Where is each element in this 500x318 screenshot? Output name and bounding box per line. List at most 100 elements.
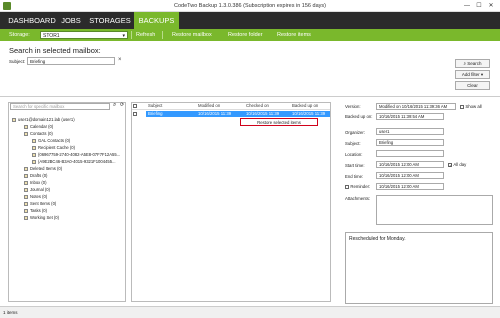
column-checked[interactable]: Checked on [246, 103, 269, 108]
mailbox-icon [12, 117, 16, 122]
search-panel: Search in selected mailbox: Subject: Bri… [0, 41, 500, 95]
tree-item-guid-2[interactable]: {A9E2BC46-B3A0-4015-9321F1004455... [32, 159, 116, 164]
tree-item-label: Recipient Cache (0) [38, 145, 76, 150]
add-filter-button[interactable]: Add filter ▾ [455, 70, 490, 79]
tab-storages[interactable]: STORAGES [88, 12, 132, 29]
tree-item-label: {A9E2BC46-B3A0-4015-9321F1004455... [38, 159, 116, 164]
organizer-field: user1 [376, 128, 444, 135]
tree-item-label: Tasks (0) [30, 208, 47, 213]
divider [132, 109, 330, 110]
clear-button[interactable]: Clear [455, 81, 490, 90]
location-field [376, 150, 444, 157]
subject-detail-field: Briefing [376, 139, 444, 146]
minimize-button[interactable]: — [462, 2, 472, 10]
backed-up-field: 10/16/2015 11:39:54 AM [376, 113, 444, 120]
sub-toolbar: Storage: STOR1 ▾ Refresh Restore mailbox… [0, 29, 500, 41]
close-button[interactable]: ✕ [486, 2, 496, 10]
start-time-label: Start time: [345, 163, 365, 168]
search-button-label: Search [467, 61, 482, 66]
folder-icon [24, 173, 28, 178]
window-title: CodeTwo Backup 1.3.0.386 (Subscription e… [174, 3, 326, 9]
row-checkbox[interactable] [133, 111, 137, 117]
column-backed-up[interactable]: Backed up on [292, 103, 318, 108]
tree-item-sent[interactable]: Sent Items (0) [24, 201, 56, 206]
tree-item-label: Inbox (0) [30, 180, 47, 185]
status-bar: 1 items [0, 306, 500, 318]
chevron-down-icon: ▾ [480, 72, 484, 77]
tree-item-label: Calendar (0) [30, 124, 54, 129]
show-all-checkbox[interactable]: Show all [460, 104, 482, 110]
row-subject: Briefing [148, 111, 163, 116]
column-subject[interactable]: Subject [148, 103, 162, 108]
refresh-button[interactable]: Refresh [136, 29, 155, 41]
notes-body: Rescheduled for Monday. [345, 232, 493, 304]
search-button[interactable]: ⌕ Search [455, 59, 490, 68]
chevron-down-icon: ▾ [122, 33, 125, 39]
start-time-field: 10/16/2015 12:00 AM [376, 161, 444, 168]
column-modified[interactable]: Modified on [198, 103, 220, 108]
tree-item-gal-contacts[interactable]: GAL Contacts (0) [32, 138, 70, 143]
tasks-icon [24, 208, 28, 213]
mailbox-search-input[interactable]: Search for specific mailbox [10, 103, 110, 110]
contacts-icon [32, 152, 36, 157]
tree-item-label: Notes (0) [30, 194, 48, 199]
all-day-checkbox[interactable]: All day [448, 162, 466, 168]
search-icon[interactable]: ⌕ [113, 102, 116, 109]
subject-search-input[interactable]: Briefing [27, 57, 115, 65]
tab-dashboard[interactable]: DASHBOARD [8, 12, 56, 29]
reminder-field: 10/16/2015 12:00 AM [376, 183, 444, 190]
journal-icon [24, 187, 28, 192]
tree-item-journal[interactable]: Journal (0) [24, 187, 50, 192]
tree-item-label: Deleted Items (0) [30, 166, 63, 171]
tree-item-contacts[interactable]: Contacts (0) [24, 131, 53, 136]
tab-jobs[interactable]: JOBS [58, 12, 84, 29]
attachments-list[interactable] [376, 195, 493, 225]
tree-item-label: Journal (0) [30, 187, 51, 192]
organizer-label: Organizer: [345, 130, 366, 135]
tree-item-label: GAL Contacts (0) [38, 138, 71, 143]
maximize-button[interactable]: ☐ [474, 2, 484, 10]
tree-item-label: user1@domain121.lab (user1) [18, 117, 75, 122]
reminder-label: Reminder: [350, 184, 371, 189]
subject-label: Subject: [9, 59, 26, 64]
clear-subject-icon[interactable]: × [118, 57, 122, 63]
tree-item-calendar[interactable]: Calendar (0) [24, 124, 53, 129]
restore-items-button[interactable]: Restore items [277, 29, 311, 41]
tree-item-guid-1[interactable]: {06967759-2740-4082-A5E8-07F7F12A55... [32, 152, 120, 157]
row-checked: 10/16/2015 11:39 [246, 111, 280, 116]
tree-item-label: {06967759-2740-4082-A5E8-07F7F12A55... [38, 152, 121, 157]
row-backed-up: 10/16/2015 11:39 [292, 111, 326, 116]
tree-item-deleted[interactable]: Deleted Items (0) [24, 166, 62, 171]
restore-selected-items-menu-item[interactable]: Restore selected items [240, 118, 318, 126]
end-time-label: End time: [345, 174, 364, 179]
add-filter-label: Add filter [461, 72, 480, 77]
restore-mailbox-button[interactable]: Restore mailbox [172, 29, 212, 41]
version-value: Modified on 10/16/2015 11:39:36 AM [379, 104, 448, 109]
tree-item-mailbox[interactable]: user1@domain121.lab (user1) [12, 117, 75, 122]
version-select[interactable]: Modified on 10/16/2015 11:39:36 AM [376, 103, 456, 110]
folder-icon [24, 215, 28, 220]
refresh-icon[interactable]: ⟳ [120, 102, 124, 108]
folder-icon [24, 201, 28, 206]
subject-detail-label: Subject: [345, 141, 361, 146]
tree-item-working-set[interactable]: Working Set (0) [24, 215, 59, 220]
contacts-icon [32, 145, 36, 150]
contacts-icon [32, 159, 36, 164]
storage-select[interactable]: STOR1 ▾ [40, 31, 128, 39]
location-label: Location: [345, 152, 363, 157]
tree-item-inbox[interactable]: Inbox (0) [24, 180, 47, 185]
backed-up-label: Backed up on: [345, 114, 373, 119]
tree-item-label: Contacts (0) [30, 131, 53, 136]
notes-icon [24, 194, 28, 199]
tree-item-drafts[interactable]: Drafts (0) [24, 173, 47, 178]
tree-item-recipient-cache[interactable]: Recipient Cache (0) [32, 145, 75, 150]
tab-backups[interactable]: BACKUPS [134, 12, 179, 29]
tree-item-tasks[interactable]: Tasks (0) [24, 208, 47, 213]
reminder-checkbox[interactable]: Reminder: [345, 184, 370, 190]
contacts-icon [24, 131, 28, 136]
search-icon: ⌕ [463, 61, 466, 66]
tree-item-notes[interactable]: Notes (0) [24, 194, 47, 199]
main-nav: DASHBOARD JOBS STORAGES BACKUPS [0, 12, 500, 29]
restore-folder-button[interactable]: Restore folder [228, 29, 263, 41]
row-modified: 10/16/2015 11:39 [198, 111, 232, 116]
